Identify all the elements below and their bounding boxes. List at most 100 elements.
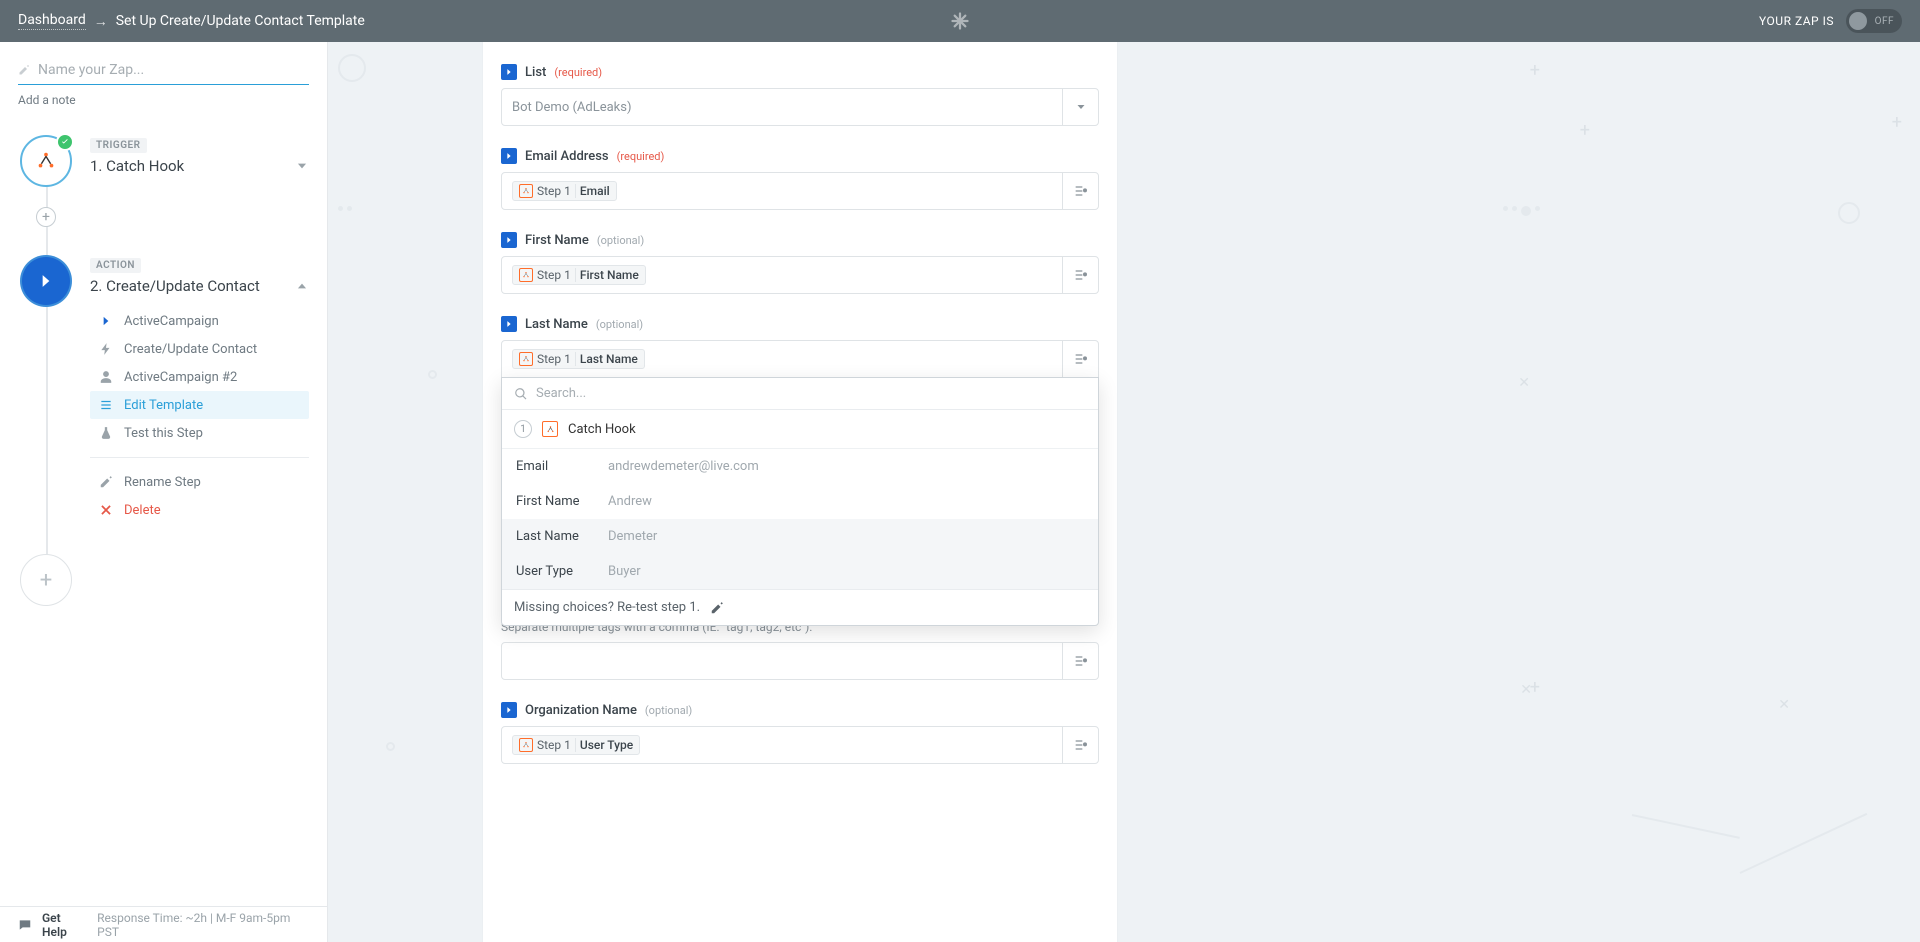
substep-action[interactable]: Create/Update Contact xyxy=(90,335,309,363)
step-trigger[interactable]: TRIGGER 1. Catch Hook xyxy=(18,135,309,187)
search-icon xyxy=(514,387,528,401)
field-list-dropdown-icon[interactable] xyxy=(1062,89,1098,125)
zapier-logo-icon xyxy=(951,12,969,30)
sidebar: Add a note TRIGGER 1. Catch Hook xyxy=(0,42,328,942)
popover-footer-text: Missing choices? Re-test step 1. xyxy=(514,600,700,615)
substep-delete[interactable]: Delete xyxy=(90,496,309,524)
field-data-popover: 1 Catch Hook Emailandrewdemeter@live.com… xyxy=(501,377,1099,626)
insert-data-button[interactable] xyxy=(1062,727,1098,763)
field-list-select[interactable]: Bot Demo (AdLeaks) xyxy=(501,88,1099,126)
pencil-icon xyxy=(98,474,114,490)
field-lastname-label: Last Name xyxy=(525,317,588,332)
pill-step-label: Step 1 xyxy=(537,352,571,366)
popover-option-value: andrewdemeter@live.com xyxy=(608,459,759,474)
insert-data-button[interactable] xyxy=(1062,173,1098,209)
field-org-optional: (optional) xyxy=(645,704,692,717)
insert-data-button[interactable] xyxy=(1062,341,1098,377)
webhook-icon xyxy=(542,421,558,437)
popover-option-usertype[interactable]: User TypeBuyer xyxy=(502,554,1098,589)
webhook-icon xyxy=(519,352,533,366)
substep-template-label: Edit Template xyxy=(124,398,203,413)
field-tags-input[interactable] xyxy=(501,642,1099,680)
activecampaign-icon xyxy=(501,64,517,80)
activecampaign-icon xyxy=(501,148,517,164)
breadcrumb-dashboard-link[interactable]: Dashboard xyxy=(18,12,86,30)
bolt-icon xyxy=(98,341,114,357)
step-action-collapse[interactable] xyxy=(295,279,309,293)
activecampaign-icon xyxy=(501,232,517,248)
substep-app[interactable]: ActiveCampaign xyxy=(90,307,309,335)
substep-rename[interactable]: Rename Step xyxy=(90,468,309,496)
breadcrumb-current: Set Up Create/Update Contact Template xyxy=(116,13,365,29)
popover-option-key: User Type xyxy=(516,564,594,579)
popover-source-header[interactable]: 1 Catch Hook xyxy=(502,410,1098,449)
popover-source-label: Catch Hook xyxy=(568,422,636,437)
add-step-between-button[interactable]: + xyxy=(36,207,56,227)
help-footer[interactable]: Get Help Response Time: ~2h | M-F 9am-5p… xyxy=(0,906,327,942)
step-action-icon xyxy=(20,255,72,307)
app-icon xyxy=(98,313,114,329)
pencil-icon xyxy=(18,64,30,76)
step-complete-badge xyxy=(56,133,74,151)
field-firstname-input[interactable]: Step 1 First Name xyxy=(501,256,1099,294)
step-action-title: 2. Create/Update Contact xyxy=(90,277,260,295)
pill-value-label: Email xyxy=(580,184,610,198)
field-list-label: List xyxy=(525,65,546,80)
mapped-value-pill[interactable]: Step 1 User Type xyxy=(512,735,640,755)
mapped-value-pill[interactable]: Step 1 First Name xyxy=(512,265,646,285)
flask-icon xyxy=(98,425,114,441)
popover-search[interactable] xyxy=(502,378,1098,410)
toggle-knob xyxy=(1849,12,1867,30)
pill-step-label: Step 1 xyxy=(537,184,571,198)
substep-account-label: ActiveCampaign #2 xyxy=(124,370,237,385)
popover-option-lastname[interactable]: Last Name Demeter xyxy=(502,519,1098,554)
zap-enable-toggle[interactable]: OFF xyxy=(1846,9,1902,33)
pill-value-label: User Type xyxy=(580,738,633,752)
substep-app-label: ActiveCampaign xyxy=(124,314,219,329)
step-trigger-expand[interactable] xyxy=(295,159,309,173)
insert-data-button[interactable] xyxy=(1062,643,1098,679)
mapped-value-pill[interactable]: Step 1 Email xyxy=(512,181,617,201)
field-lastname-optional: (optional) xyxy=(596,318,643,331)
pill-step-label: Step 1 xyxy=(537,738,571,752)
substep-action-label: Create/Update Contact xyxy=(124,342,257,357)
popover-search-input[interactable] xyxy=(536,386,1086,401)
field-lastname-input[interactable]: Step 1 Last Name xyxy=(501,340,1099,378)
insert-data-button[interactable] xyxy=(1062,257,1098,293)
popover-option-key: First Name xyxy=(516,494,594,509)
popover-option-firstname[interactable]: First Name Andrew xyxy=(502,484,1098,519)
substep-test[interactable]: Test this Step xyxy=(90,419,309,447)
step-tag-action: ACTION xyxy=(90,258,141,273)
step-number-badge: 1 xyxy=(514,420,532,438)
mapped-value-pill[interactable]: Step 1 Last Name xyxy=(512,349,645,369)
popover-footer[interactable]: Missing choices? Re-test step 1. xyxy=(502,589,1098,625)
step-action[interactable]: ACTION 2. Create/Update Contact ActiveCa… xyxy=(18,255,309,524)
add-note-link[interactable]: Add a note xyxy=(18,93,76,107)
webhook-icon xyxy=(519,268,533,282)
popover-option-value: Demeter xyxy=(608,529,657,544)
add-step-button[interactable]: + xyxy=(20,554,72,606)
zap-name-input[interactable] xyxy=(38,62,309,78)
popover-option-value: Andrew xyxy=(608,494,652,509)
pencil-icon xyxy=(710,601,724,615)
activecampaign-icon xyxy=(501,316,517,332)
popover-option-email[interactable]: Emailandrewdemeter@live.com xyxy=(502,449,1098,484)
substep-account[interactable]: ActiveCampaign #2 xyxy=(90,363,309,391)
field-list-value: Bot Demo (AdLeaks) xyxy=(512,100,632,115)
chat-icon xyxy=(18,918,32,932)
help-meta: Response Time: ~2h | M-F 9am-5pm PST xyxy=(97,911,309,939)
field-org-input[interactable]: Step 1 User Type xyxy=(501,726,1099,764)
zap-name-field[interactable] xyxy=(18,62,309,85)
substep-template[interactable]: Edit Template xyxy=(90,391,309,419)
field-email-label: Email Address xyxy=(525,149,609,164)
pill-value-label: Last Name xyxy=(580,352,638,366)
step-tag-trigger: TRIGGER xyxy=(90,138,147,153)
topbar: Dashboard → Set Up Create/Update Contact… xyxy=(0,0,1920,42)
popover-option-key: Last Name xyxy=(516,529,594,544)
step-trigger-icon xyxy=(20,135,72,187)
field-email-input[interactable]: Step 1 Email xyxy=(501,172,1099,210)
field-tags: Separate multiple tags with a comma (IE:… xyxy=(501,620,1099,680)
main-canvas: + + + + ✕ ✕ ✕ List (required) xyxy=(328,42,1920,942)
breadcrumb: Dashboard → Set Up Create/Update Contact… xyxy=(18,12,365,30)
substep-delete-label: Delete xyxy=(124,503,161,518)
